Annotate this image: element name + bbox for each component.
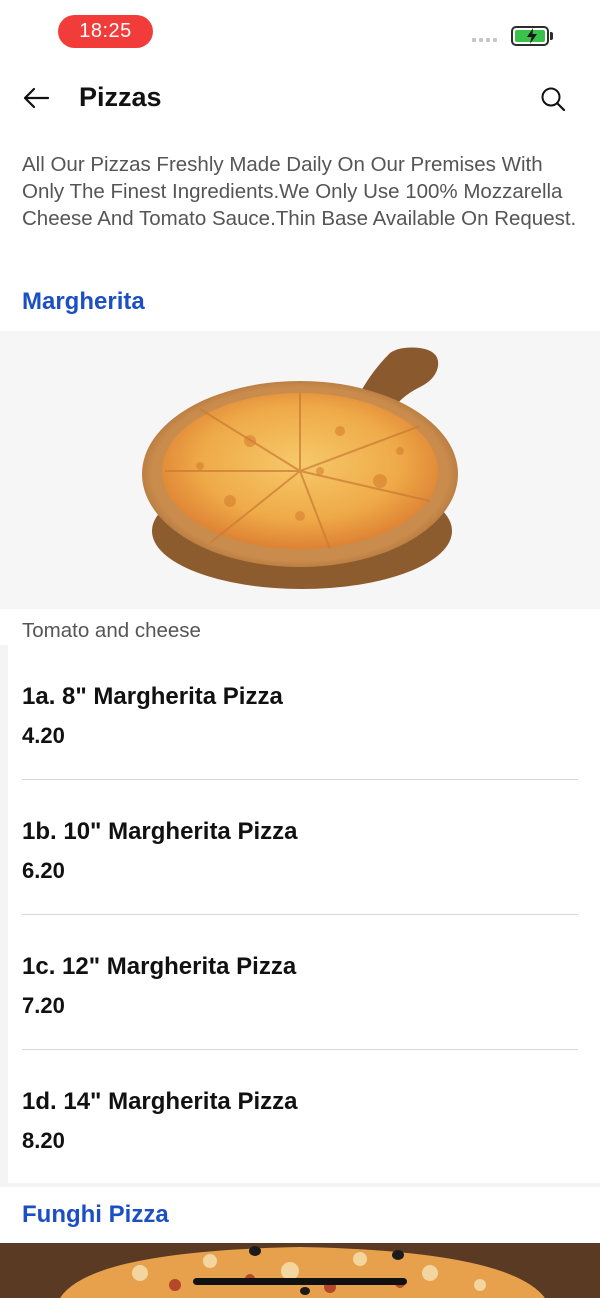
back-button[interactable] (18, 82, 54, 114)
search-icon (541, 87, 566, 112)
battery-charging-icon (511, 26, 549, 46)
section-title-funghi: Funghi Pizza (22, 1201, 169, 1228)
section-separator (0, 1183, 600, 1187)
margherita-image (0, 331, 600, 609)
menu-item-price: 8.20 (22, 1128, 65, 1153)
menu-item[interactable]: 1a. 8" Margherita Pizza 4.20 (0, 645, 600, 780)
menu-item-list: 1a. 8" Margherita Pizza 4.20 1b. 10" Mar… (0, 645, 600, 1185)
menu-item-price: 6.20 (22, 858, 65, 883)
page-title: Pizzas (79, 82, 162, 112)
search-button[interactable] (536, 82, 570, 116)
menu-item[interactable]: 1c. 12" Margherita Pizza 7.20 (0, 915, 600, 1050)
battery-nub (550, 32, 553, 40)
home-indicator (193, 1278, 407, 1285)
menu-item[interactable]: 1d. 14" Margherita Pizza 8.20 (0, 1050, 600, 1185)
menu-item-name: 1a. 8" Margherita Pizza (22, 683, 283, 710)
nav-bar: Pizzas (0, 64, 600, 132)
menu-item-price: 7.20 (22, 993, 65, 1018)
section-title-margherita: Margherita (22, 288, 145, 315)
category-intro: All Our Pizzas Freshly Made Daily On Our… (22, 153, 577, 230)
section-description: Tomato and cheese (22, 619, 201, 642)
arrow-left-icon (23, 87, 50, 109)
menu-item-price: 4.20 (22, 723, 65, 748)
menu-item-name: 1c. 12" Margherita Pizza (22, 953, 297, 980)
menu-item-name: 1b. 10" Margherita Pizza (22, 818, 298, 845)
funghi-pizza-image (0, 1243, 600, 1298)
menu-item[interactable]: 1b. 10" Margherita Pizza 6.20 (0, 780, 600, 915)
menu-item-name: 1d. 14" Margherita Pizza (22, 1088, 298, 1115)
status-bar: 18:25 (0, 0, 600, 64)
status-time: 18:25 (58, 15, 153, 48)
signal-icon (472, 38, 497, 42)
